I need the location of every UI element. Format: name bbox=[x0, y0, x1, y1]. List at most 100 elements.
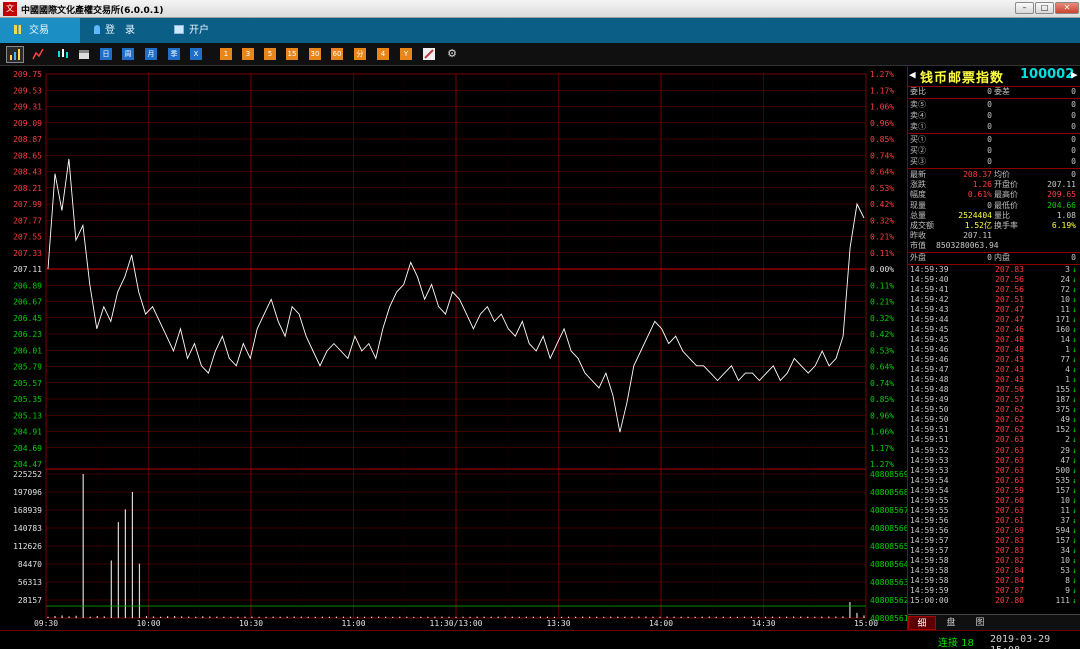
stat-label: 市值 bbox=[910, 241, 926, 251]
tick-time: 14:59:56 bbox=[910, 525, 949, 535]
minute-15-button[interactable]: 15 bbox=[286, 48, 298, 60]
tab-label: 登 录 bbox=[105, 25, 135, 36]
tick-row: 14:59:47 207.43 4 ↓ bbox=[908, 365, 1080, 375]
stat-value: 6.19% bbox=[1051, 221, 1076, 230]
tick-direction-icon: ↓ bbox=[1072, 556, 1077, 566]
minute-custom-button[interactable]: 分 bbox=[354, 48, 366, 60]
tick-row: 14:59:48 207.43 1 ↓ bbox=[908, 375, 1080, 385]
price-tick-label: 206.23 bbox=[13, 330, 42, 339]
tick-time: 14:59:50 bbox=[910, 405, 949, 415]
minimize-button[interactable]: – bbox=[1015, 2, 1034, 14]
tick-price: 207.56 bbox=[995, 274, 1024, 284]
draw-button[interactable] bbox=[423, 48, 435, 60]
tick-direction-icon: ↓ bbox=[1072, 566, 1077, 576]
line-chart-button[interactable] bbox=[32, 48, 44, 60]
tab-chart[interactable]: 图 bbox=[966, 616, 994, 630]
book-label: 卖④ bbox=[910, 111, 926, 120]
close-button[interactable]: ✕ bbox=[1055, 2, 1079, 14]
maximize-button[interactable]: □ bbox=[1035, 2, 1054, 14]
period-day-button[interactable]: 日 bbox=[100, 48, 112, 60]
minute-30-button[interactable]: 30 bbox=[309, 48, 321, 60]
chart-canvas[interactable]: 209.75 209.53 209.31 209.09 208.87 208.65 208.… bbox=[0, 66, 909, 630]
quote-header: ◀ 钱币邮票指数 100002 ▶ bbox=[908, 66, 1080, 86]
period-month-button[interactable]: 月 bbox=[145, 48, 157, 60]
kline-button[interactable] bbox=[56, 48, 68, 60]
time-tick-label: 11:30/13:00 bbox=[430, 619, 483, 628]
prev-arrow-icon[interactable]: ◀ bbox=[909, 68, 916, 81]
price-tick-label: 208.87 bbox=[13, 135, 42, 144]
period-x-button[interactable]: X bbox=[190, 48, 202, 60]
minute-1-button[interactable]: 1 bbox=[220, 48, 232, 60]
volume-tick-label: 28157 bbox=[18, 596, 42, 605]
tick-direction-icon: ↓ bbox=[1072, 334, 1077, 344]
tick-direction-icon: ↓ bbox=[1072, 525, 1077, 535]
tick-row: 14:59:58 207.84 8 ↓ bbox=[908, 576, 1080, 586]
stat-value: 204.66 bbox=[1047, 200, 1076, 210]
price-tick-label: 207.99 bbox=[13, 200, 42, 209]
period-week-button[interactable]: 周 bbox=[122, 48, 134, 60]
tab-detail[interactable]: 细 bbox=[908, 616, 936, 630]
tick-time: 14:59:41 bbox=[910, 284, 949, 294]
tick-direction-icon: ↓ bbox=[1072, 515, 1077, 525]
tick-volume: 11 bbox=[1060, 505, 1070, 515]
tick-volume: 14 bbox=[1060, 334, 1070, 344]
tab-book[interactable]: 盘 bbox=[937, 616, 965, 630]
tick-price: 207.62 bbox=[995, 415, 1024, 425]
stat-label: 总量 bbox=[910, 210, 926, 220]
tick-price: 207.47 bbox=[995, 304, 1024, 314]
tick-time: 14:59:44 bbox=[910, 314, 949, 324]
tick-row: 14:59:50 207.62 375 ↓ bbox=[908, 405, 1080, 415]
line-chart-icon bbox=[32, 48, 44, 60]
tick-price: 207.51 bbox=[995, 294, 1024, 304]
minute-4-button[interactable]: 4 bbox=[377, 48, 389, 60]
tick-row: 14:59:55 207.63 11 ↓ bbox=[908, 506, 1080, 516]
tick-direction-icon: ↓ bbox=[1072, 485, 1077, 495]
minute-60-button[interactable]: 60 bbox=[331, 48, 343, 60]
tick-row: 14:59:52 207.63 29 ↓ bbox=[908, 446, 1080, 456]
year-button[interactable]: Y bbox=[400, 48, 412, 60]
tab-login[interactable]: 登 录 bbox=[80, 18, 160, 43]
tick-row: 14:59:54 207.63 535 ↓ bbox=[908, 476, 1080, 486]
percent-tick-label: 1.17% bbox=[870, 444, 894, 453]
tick-price: 207.63 bbox=[995, 505, 1024, 515]
percent-tick-label: 0.42% bbox=[870, 330, 894, 339]
book-value: 0 bbox=[987, 157, 992, 166]
percent-tick-label: 0.53% bbox=[870, 184, 894, 193]
period-season-button[interactable]: 季 bbox=[168, 48, 180, 60]
settings-button[interactable]: ⚙ bbox=[446, 48, 458, 60]
tab-trade[interactable]: 交易 bbox=[0, 18, 80, 43]
tick-price: 207.83 bbox=[995, 546, 1024, 555]
tick-row: 14:59:43 207.47 11 ↓ bbox=[908, 305, 1080, 315]
price-tick-label: 205.35 bbox=[13, 395, 42, 404]
tick-direction-icon: ↓ bbox=[1072, 425, 1077, 435]
intraday-chart[interactable]: 209.75 209.53 209.31 209.09 208.87 208.65 208.… bbox=[0, 66, 909, 630]
tick-price: 207.87 bbox=[995, 586, 1024, 596]
tick-direction-icon: ↓ bbox=[1072, 576, 1077, 586]
quote-tabs: 细 盘 图 bbox=[908, 614, 1080, 630]
percent-tick-label: 1.17% bbox=[870, 86, 894, 95]
volume-tick-label: 56313 bbox=[18, 578, 42, 587]
tick-time: 14:59:51 bbox=[910, 435, 949, 445]
tick-time: 14:59:58 bbox=[910, 576, 949, 586]
menu-bar: 交易 登 录 开户 bbox=[0, 18, 1080, 43]
tick-direction-icon: ↓ bbox=[1072, 365, 1077, 375]
calendar-button[interactable] bbox=[78, 48, 90, 60]
tick-time: 14:59:57 bbox=[910, 535, 949, 545]
tab-account[interactable]: 开户 bbox=[160, 18, 240, 43]
tick-time: 14:59:51 bbox=[910, 425, 949, 435]
tick-price: 207.63 bbox=[995, 455, 1024, 465]
tick-row: 14:59:42 207.51 10 ↓ bbox=[908, 295, 1080, 305]
minute-3-button[interactable]: 3 bbox=[242, 48, 254, 60]
price-axis: 209.75 209.53 209.31 209.09 208.87 208.65 208.… bbox=[13, 70, 42, 469]
next-arrow-icon[interactable]: ▶ bbox=[1071, 68, 1078, 81]
tick-row: 14:59:58 207.84 53 ↓ bbox=[908, 566, 1080, 576]
minute-5-button[interactable]: 5 bbox=[264, 48, 276, 60]
book-label: 买③ bbox=[910, 157, 926, 166]
intraday-chart-button[interactable] bbox=[6, 46, 24, 63]
price-tick-label: 205.13 bbox=[13, 411, 42, 420]
time-tick-label: 14:30 bbox=[751, 619, 775, 628]
tick-row: 14:59:56 207.61 37 ↓ bbox=[908, 516, 1080, 526]
stat-label: 换手率 bbox=[994, 221, 1018, 230]
tick-volume: 77 bbox=[1060, 355, 1070, 365]
tick-time: 14:59:53 bbox=[910, 455, 949, 465]
